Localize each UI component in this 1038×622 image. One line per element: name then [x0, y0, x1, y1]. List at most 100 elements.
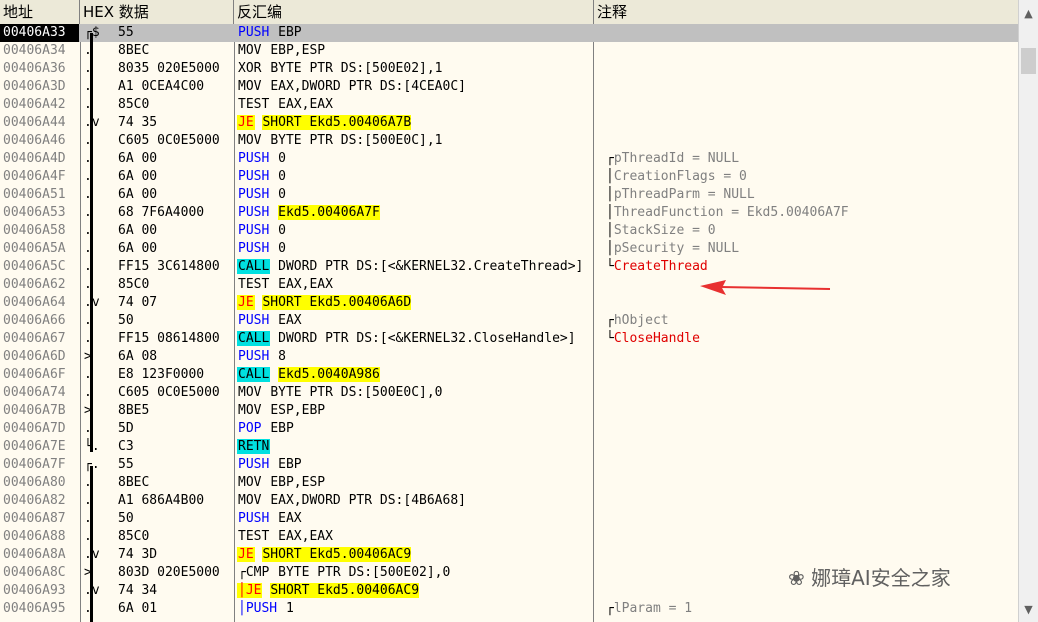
table-row[interactable]: 00406A44 .v 74 35 JE SHORT Ekd5.00406A7B — [0, 114, 1018, 132]
comment-cell[interactable]: ┌pThreadId = NULL — [596, 150, 1018, 168]
hex-cell[interactable]: 74 34 — [118, 582, 234, 600]
address-cell[interactable]: 00406A82 — [0, 492, 79, 510]
header-address[interactable]: 地址 — [0, 0, 80, 24]
table-row[interactable]: 00406A82. A1 686A4B00 MOV EAX,DWORD PTR DS… — [0, 492, 1018, 510]
hex-cell[interactable]: 55 — [118, 456, 234, 474]
hex-cell[interactable]: 6A 08 — [118, 348, 234, 366]
disassembly-cell[interactable]: POP EBP — [237, 420, 593, 438]
table-row[interactable]: 00406A62. 85C0 TEST EAX,EAX — [0, 276, 1018, 294]
comment-cell[interactable] — [596, 528, 1018, 546]
address-cell[interactable]: 00406A3D — [0, 78, 79, 96]
hex-cell[interactable]: 85C0 — [118, 96, 234, 114]
table-row[interactable]: 00406A67. FF15 08614800 CALL DWORD PTR DS:… — [0, 330, 1018, 348]
address-cell[interactable]: 00406A5C — [0, 258, 79, 276]
address-cell[interactable]: 00406A8C — [0, 564, 79, 582]
table-row[interactable]: 00406A46. C605 0C0E5000 MOV BYTE PTR DS:[5… — [0, 132, 1018, 150]
table-row[interactable]: 00406A53. 68 7F6A4000 PUSH Ekd5.00406A7F │T… — [0, 204, 1018, 222]
table-row[interactable]: 00406A66. 50 PUSH EAX ┌hObject — [0, 312, 1018, 330]
hex-cell[interactable]: 8BE5 — [118, 402, 234, 420]
disassembly-cell[interactable]: │JE SHORT Ekd5.00406AC9 — [237, 582, 593, 600]
comment-cell[interactable] — [596, 384, 1018, 402]
address-cell[interactable]: 00406A8A — [0, 546, 79, 564]
hex-cell[interactable]: C605 0C0E5000 — [118, 132, 234, 150]
comment-cell[interactable] — [596, 366, 1018, 384]
table-row[interactable]: 00406A7D. 5D POP EBP — [0, 420, 1018, 438]
comment-cell[interactable] — [596, 474, 1018, 492]
address-cell[interactable]: 00406A4D — [0, 150, 79, 168]
comment-cell[interactable] — [596, 510, 1018, 528]
comment-cell[interactable] — [596, 78, 1018, 96]
address-cell[interactable]: 00406A4F — [0, 168, 79, 186]
disassembly-listing[interactable]: 00406A33 ┌$ 55 PUSH EBP 00406A34. 8BEC MOV EBP… — [0, 24, 1018, 622]
address-cell[interactable]: 00406A6F — [0, 366, 79, 384]
hex-cell[interactable]: 50 — [118, 510, 234, 528]
table-row[interactable]: 00406A7E └. C3 RETN — [0, 438, 1018, 456]
disassembly-cell[interactable]: CALL Ekd5.0040A986 — [237, 366, 593, 384]
disassembly-cell[interactable]: CALL DWORD PTR DS:[<&KERNEL32.CloseHandl… — [237, 330, 593, 348]
comment-cell[interactable]: └CloseHandle — [596, 330, 1018, 348]
disassembly-cell[interactable]: │PUSH 1 — [237, 600, 593, 618]
address-cell[interactable]: 00406A74 — [0, 384, 79, 402]
hex-cell[interactable]: 6A 01 — [118, 600, 234, 618]
disassembly-cell[interactable]: TEST EAX,EAX — [237, 96, 593, 114]
address-cell[interactable]: 00406A5A — [0, 240, 79, 258]
hex-cell[interactable]: 74 07 — [118, 294, 234, 312]
address-cell[interactable]: 00406A66 — [0, 312, 79, 330]
disassembly-cell[interactable]: MOV EBP,ESP — [237, 474, 593, 492]
disassembly-cell[interactable]: PUSH 0 — [237, 240, 593, 258]
disassembly-cell[interactable]: TEST EAX,EAX — [237, 276, 593, 294]
table-row[interactable]: 00406A33 ┌$ 55 PUSH EBP — [0, 24, 1018, 42]
hex-cell[interactable]: 8BEC — [118, 42, 234, 60]
vertical-scrollbar[interactable]: ▲ ▼ — [1018, 0, 1038, 622]
comment-cell[interactable] — [596, 492, 1018, 510]
address-cell[interactable]: 00406A58 — [0, 222, 79, 240]
comment-cell[interactable] — [596, 24, 1018, 42]
address-cell[interactable]: 00406A44 — [0, 114, 79, 132]
hex-cell[interactable]: A1 0CEA4C00 — [118, 78, 234, 96]
table-row[interactable]: 00406A51. 6A 00 PUSH 0 │pThreadParm = NULL — [0, 186, 1018, 204]
table-row[interactable]: 00406A7F ┌. 55 PUSH EBP — [0, 456, 1018, 474]
comment-cell[interactable]: │pThreadParm = NULL — [596, 186, 1018, 204]
address-cell[interactable]: 00406A34 — [0, 42, 79, 60]
hex-cell[interactable]: 6A 00 — [118, 168, 234, 186]
address-cell[interactable]: 00406A42 — [0, 96, 79, 114]
address-cell[interactable]: 00406A64 — [0, 294, 79, 312]
address-cell[interactable]: 00406A87 — [0, 510, 79, 528]
table-row[interactable]: 00406A7B >8BE5 MOV ESP,EBP — [0, 402, 1018, 420]
hex-cell[interactable]: 74 35 — [118, 114, 234, 132]
scrollbar-thumb[interactable] — [1021, 48, 1036, 74]
disassembly-cell[interactable]: PUSH EBP — [237, 456, 593, 474]
table-row[interactable]: 00406A74. C605 0C0E5000 MOV BYTE PTR DS:[5… — [0, 384, 1018, 402]
disassembly-cell[interactable]: PUSH 0 — [237, 168, 593, 186]
comment-cell[interactable]: └CreateThread — [596, 258, 1018, 276]
scroll-down-icon[interactable]: ▼ — [1019, 600, 1038, 620]
hex-cell[interactable]: 6A 00 — [118, 186, 234, 204]
hex-cell[interactable]: A1 686A4B00 — [118, 492, 234, 510]
disassembly-cell[interactable]: JE SHORT Ekd5.00406A7B — [237, 114, 593, 132]
comment-cell[interactable]: │ThreadFunction = Ekd5.00406A7F — [596, 204, 1018, 222]
address-cell[interactable]: 00406A88 — [0, 528, 79, 546]
table-row[interactable]: 00406A87. 50 PUSH EAX — [0, 510, 1018, 528]
disassembly-cell[interactable]: JE SHORT Ekd5.00406AC9 — [237, 546, 593, 564]
comment-cell[interactable]: │StackSize = 0 — [596, 222, 1018, 240]
hex-cell[interactable]: 8BEC — [118, 474, 234, 492]
disassembly-cell[interactable]: MOV EBP,ESP — [237, 42, 593, 60]
disassembly-cell[interactable]: PUSH EAX — [237, 312, 593, 330]
hex-cell[interactable]: E8 123F0000 — [118, 366, 234, 384]
address-cell[interactable]: 00406A51 — [0, 186, 79, 204]
disassembly-cell[interactable]: MOV EAX,DWORD PTR DS:[4B6A68] — [237, 492, 593, 510]
table-row[interactable]: 00406A6D >6A 08 PUSH 8 — [0, 348, 1018, 366]
hex-cell[interactable]: 74 3D — [118, 546, 234, 564]
hex-cell[interactable]: FF15 08614800 — [118, 330, 234, 348]
hex-cell[interactable]: 50 — [118, 312, 234, 330]
hex-cell[interactable]: 55 — [118, 24, 234, 42]
comment-cell[interactable] — [596, 132, 1018, 150]
table-row[interactable]: 00406A88. 85C0 TEST EAX,EAX — [0, 528, 1018, 546]
table-row[interactable]: 00406A4D. 6A 00 PUSH 0 ┌pThreadId = NULL — [0, 150, 1018, 168]
hex-cell[interactable]: 8035 020E5000 — [118, 60, 234, 78]
disassembly-cell[interactable]: PUSH 0 — [237, 222, 593, 240]
address-cell[interactable]: 00406A80 — [0, 474, 79, 492]
table-row[interactable]: 00406A6F. E8 123F0000 CALL Ekd5.0040A986 — [0, 366, 1018, 384]
disassembly-cell[interactable]: PUSH 0 — [237, 150, 593, 168]
table-row[interactable]: 00406A36. 8035 020E5000 XOR BYTE PTR DS:[5… — [0, 60, 1018, 78]
